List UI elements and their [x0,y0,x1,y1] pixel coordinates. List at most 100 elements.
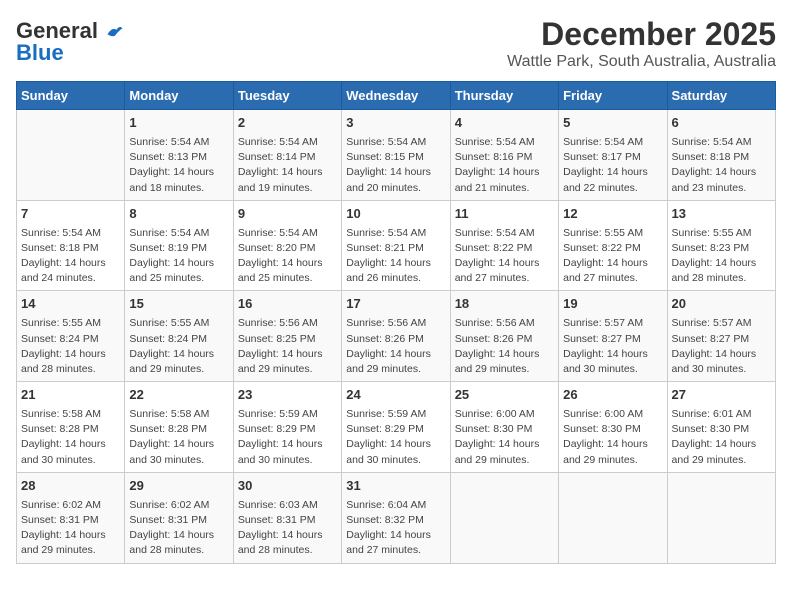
calendar-cell: 18 Sunrise: 5:56 AM Sunset: 8:26 PM Dayli… [450,291,558,382]
week-row-2: 7Sunrise: 5:54 AM Sunset: 8:18 PM Daylig… [17,200,776,291]
week-row-3: 14 Sunrise: 5:55 AM Sunset: 8:24 PM Dayli… [17,291,776,382]
calendar-cell [450,472,558,563]
day-number: 29 [129,477,228,496]
day-number: 11 [455,205,554,224]
col-header-thursday: Thursday [450,82,558,110]
day-number: 17 [346,295,445,314]
day-number: 14 [21,295,120,314]
col-header-sunday: Sunday [17,82,125,110]
week-row-5: 28 Sunrise: 6:02 AM Sunset: 8:31 PM Dayli… [17,472,776,563]
day-number: 5 [563,114,662,133]
calendar-cell: 29 Sunrise: 6:02 AM Sunset: 8:31 PM Dayli… [125,472,233,563]
col-header-wednesday: Wednesday [342,82,450,110]
calendar-cell: 27 Sunrise: 6:01 AM Sunset: 8:30 PM Dayli… [667,382,775,473]
day-number: 23 [238,386,337,405]
calendar-cell: 30Sunrise: 6:03 AM Sunset: 8:31 PM Dayli… [233,472,341,563]
calendar-cell: 16Sunrise: 5:56 AM Sunset: 8:25 PM Dayli… [233,291,341,382]
day-content: Sunrise: 6:01 AM Sunset: 8:30 PM Dayligh… [672,407,771,468]
day-content: Sunrise: 5:59 AM Sunset: 8:29 PM Dayligh… [346,407,445,468]
calendar-cell [559,472,667,563]
calendar-table: SundayMondayTuesdayWednesdayThursdayFrid… [16,81,776,564]
day-content: Sunrise: 5:54 AM Sunset: 8:18 PM Dayligh… [21,226,120,287]
calendar-cell: 3 Sunrise: 5:54 AM Sunset: 8:15 PM Daylig… [342,110,450,201]
day-content: Sunrise: 5:54 AM Sunset: 8:17 PM Dayligh… [563,135,662,196]
calendar-cell: 10 Sunrise: 5:54 AM Sunset: 8:21 PM Dayli… [342,200,450,291]
calendar-cell: 8 Sunrise: 5:54 AM Sunset: 8:19 PM Daylig… [125,200,233,291]
day-number: 22 [129,386,228,405]
day-content: Sunrise: 6:00 AM Sunset: 8:30 PM Dayligh… [455,407,554,468]
day-content: Sunrise: 5:54 AM Sunset: 8:19 PM Dayligh… [129,226,228,287]
calendar-cell [667,472,775,563]
day-content: Sunrise: 5:55 AM Sunset: 8:24 PM Dayligh… [21,316,120,377]
day-content: Sunrise: 5:54 AM Sunset: 8:15 PM Dayligh… [346,135,445,196]
calendar-cell: 20 Sunrise: 5:57 AM Sunset: 8:27 PM Dayli… [667,291,775,382]
calendar-cell: 1Sunrise: 5:54 AM Sunset: 8:13 PM Daylig… [125,110,233,201]
calendar-cell: 14 Sunrise: 5:55 AM Sunset: 8:24 PM Dayli… [17,291,125,382]
calendar-cell: 22 Sunrise: 5:58 AM Sunset: 8:28 PM Dayli… [125,382,233,473]
title-area: December 2025 Wattle Park, South Austral… [507,16,776,71]
day-content: Sunrise: 6:03 AM Sunset: 8:31 PM Dayligh… [238,498,337,559]
day-content: Sunrise: 5:54 AM Sunset: 8:14 PM Dayligh… [238,135,337,196]
logo-bird-icon [106,25,124,39]
calendar-title: December 2025 [507,16,776,53]
day-content: Sunrise: 6:00 AM Sunset: 8:30 PM Dayligh… [563,407,662,468]
calendar-cell: 31Sunrise: 6:04 AM Sunset: 8:32 PM Dayli… [342,472,450,563]
calendar-cell: 26Sunrise: 6:00 AM Sunset: 8:30 PM Dayli… [559,382,667,473]
day-number: 24 [346,386,445,405]
day-number: 4 [455,114,554,133]
col-header-saturday: Saturday [667,82,775,110]
logo-blue: Blue [16,42,124,64]
day-content: Sunrise: 5:54 AM Sunset: 8:18 PM Dayligh… [672,135,771,196]
day-number: 10 [346,205,445,224]
day-number: 1 [129,114,228,133]
calendar-cell: 6 Sunrise: 5:54 AM Sunset: 8:18 PM Daylig… [667,110,775,201]
day-number: 28 [21,477,120,496]
calendar-cell: 21Sunrise: 5:58 AM Sunset: 8:28 PM Dayli… [17,382,125,473]
day-number: 18 [455,295,554,314]
day-content: Sunrise: 5:54 AM Sunset: 8:22 PM Dayligh… [455,226,554,287]
calendar-cell: 19Sunrise: 5:57 AM Sunset: 8:27 PM Dayli… [559,291,667,382]
day-content: Sunrise: 5:56 AM Sunset: 8:26 PM Dayligh… [455,316,554,377]
day-number: 20 [672,295,771,314]
day-number: 21 [21,386,120,405]
day-number: 8 [129,205,228,224]
day-content: Sunrise: 5:55 AM Sunset: 8:23 PM Dayligh… [672,226,771,287]
day-number: 13 [672,205,771,224]
day-number: 6 [672,114,771,133]
day-content: Sunrise: 5:58 AM Sunset: 8:28 PM Dayligh… [129,407,228,468]
calendar-cell: 15Sunrise: 5:55 AM Sunset: 8:24 PM Dayli… [125,291,233,382]
day-number: 2 [238,114,337,133]
calendar-cell [17,110,125,201]
calendar-cell: 5 Sunrise: 5:54 AM Sunset: 8:17 PM Daylig… [559,110,667,201]
col-header-monday: Monday [125,82,233,110]
calendar-cell: 23 Sunrise: 5:59 AM Sunset: 8:29 PM Dayli… [233,382,341,473]
calendar-cell: 7Sunrise: 5:54 AM Sunset: 8:18 PM Daylig… [17,200,125,291]
calendar-cell: 2 Sunrise: 5:54 AM Sunset: 8:14 PM Daylig… [233,110,341,201]
day-content: Sunrise: 5:54 AM Sunset: 8:20 PM Dayligh… [238,226,337,287]
calendar-cell: 9 Sunrise: 5:54 AM Sunset: 8:20 PM Daylig… [233,200,341,291]
day-content: Sunrise: 5:55 AM Sunset: 8:24 PM Dayligh… [129,316,228,377]
day-number: 31 [346,477,445,496]
logo: General Blue [16,16,124,64]
week-row-4: 21 Sunrise: 5:58 AM Sunset: 8:28 PM Dayli… [17,382,776,473]
day-content: Sunrise: 5:57 AM Sunset: 8:27 PM Dayligh… [672,316,771,377]
calendar-cell: 17Sunrise: 5:56 AM Sunset: 8:26 PM Dayli… [342,291,450,382]
day-number: 19 [563,295,662,314]
calendar-cell: 13 Sunrise: 5:55 AM Sunset: 8:23 PM Dayli… [667,200,775,291]
calendar-cell: 25Sunrise: 6:00 AM Sunset: 8:30 PM Dayli… [450,382,558,473]
day-number: 9 [238,205,337,224]
calendar-subtitle: Wattle Park, South Australia, Australia [507,53,776,71]
day-content: Sunrise: 6:02 AM Sunset: 8:31 PM Dayligh… [129,498,228,559]
calendar-cell: 12Sunrise: 5:55 AM Sunset: 8:22 PM Dayli… [559,200,667,291]
day-content: Sunrise: 6:02 AM Sunset: 8:31 PM Dayligh… [21,498,120,559]
day-content: Sunrise: 5:54 AM Sunset: 8:16 PM Dayligh… [455,135,554,196]
col-header-friday: Friday [559,82,667,110]
day-content: Sunrise: 5:54 AM Sunset: 8:21 PM Dayligh… [346,226,445,287]
day-number: 12 [563,205,662,224]
day-content: Sunrise: 5:56 AM Sunset: 8:25 PM Dayligh… [238,316,337,377]
day-number: 3 [346,114,445,133]
day-number: 27 [672,386,771,405]
calendar-cell: 11 Sunrise: 5:54 AM Sunset: 8:22 PM Dayli… [450,200,558,291]
week-row-1: 1Sunrise: 5:54 AM Sunset: 8:13 PM Daylig… [17,110,776,201]
day-content: Sunrise: 5:59 AM Sunset: 8:29 PM Dayligh… [238,407,337,468]
